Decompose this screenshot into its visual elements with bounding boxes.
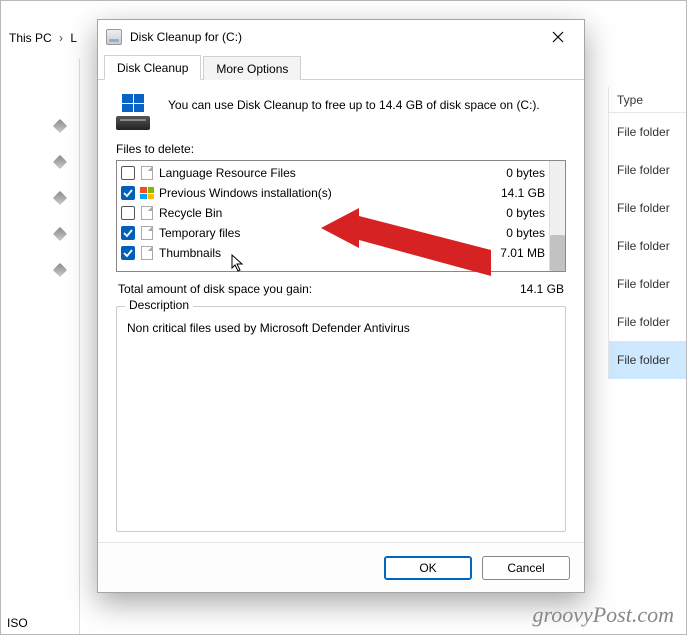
- file-size: 14.1 GB: [501, 186, 547, 200]
- tab-content: You can use Disk Cleanup to free up to 1…: [98, 80, 584, 542]
- scrollbar[interactable]: [549, 161, 565, 271]
- tab-disk-cleanup[interactable]: Disk Cleanup: [104, 55, 201, 80]
- type-cell: File folder: [609, 227, 686, 265]
- dialog-title: Disk Cleanup for (C:): [130, 30, 536, 44]
- files-to-delete-label: Files to delete:: [116, 142, 566, 156]
- file-name[interactable]: Thumbnails: [159, 246, 496, 260]
- list-item: Previous Windows installation(s) 14.1 GB: [121, 183, 547, 203]
- column-header-type[interactable]: Type: [609, 87, 686, 113]
- windows-icon: [139, 185, 155, 201]
- tab-bar: Disk Cleanup More Options: [98, 54, 584, 80]
- type-cell: File folder: [609, 113, 686, 151]
- type-cell: File folder: [609, 265, 686, 303]
- document-icon: [139, 245, 155, 261]
- intro-text: You can use Disk Cleanup to free up to 1…: [168, 96, 540, 130]
- file-name[interactable]: Previous Windows installation(s): [159, 186, 497, 200]
- checkbox[interactable]: [121, 246, 135, 260]
- total-row: Total amount of disk space you gain: 14.…: [118, 282, 564, 296]
- type-cell: File folder: [609, 303, 686, 341]
- iso-label: ISO: [7, 616, 28, 630]
- file-size: 0 bytes: [506, 166, 547, 180]
- disk-cleanup-icon: [116, 94, 156, 130]
- checkbox[interactable]: [121, 206, 135, 220]
- breadcrumb-root[interactable]: This PC: [9, 31, 52, 45]
- document-icon: [139, 225, 155, 241]
- close-icon: [552, 31, 564, 43]
- type-cell: File folder: [609, 151, 686, 189]
- disk-cleanup-dialog: Disk Cleanup for (C:) Disk Cleanup More …: [97, 19, 585, 593]
- file-size: 0 bytes: [506, 226, 547, 240]
- checkbox[interactable]: [121, 166, 135, 180]
- checkbox[interactable]: [121, 186, 135, 200]
- pin-icon: [53, 119, 67, 133]
- intro-row: You can use Disk Cleanup to free up to 1…: [116, 94, 566, 130]
- file-name[interactable]: Temporary files: [159, 226, 502, 240]
- tab-more-options[interactable]: More Options: [203, 56, 301, 80]
- description-text: Non critical files used by Microsoft Def…: [127, 321, 555, 335]
- description-group: Description Non critical files used by M…: [116, 306, 566, 532]
- file-name[interactable]: Recycle Bin: [159, 206, 502, 220]
- list-item: Thumbnails 7.01 MB: [121, 243, 547, 263]
- cancel-button[interactable]: Cancel: [482, 556, 570, 580]
- scrollbar-thumb[interactable]: [550, 235, 565, 271]
- list-item: Language Resource Files 0 bytes: [121, 163, 547, 183]
- type-cell: File folder: [609, 341, 686, 379]
- pin-icon: [53, 191, 67, 205]
- explorer-type-column: Type File folder File folder File folder…: [608, 87, 686, 379]
- document-icon: [139, 205, 155, 221]
- drive-icon: [106, 29, 122, 45]
- type-cell: File folder: [609, 189, 686, 227]
- list-item: Recycle Bin 0 bytes: [121, 203, 547, 223]
- files-list-wrap: Language Resource Files 0 bytes Previous…: [116, 160, 566, 272]
- pin-icon: [53, 155, 67, 169]
- chevron-right-icon: ›: [59, 31, 63, 45]
- titlebar[interactable]: Disk Cleanup for (C:): [98, 20, 584, 54]
- dialog-button-row: OK Cancel: [98, 542, 584, 592]
- explorer-divider: [79, 59, 80, 634]
- document-icon: [139, 165, 155, 181]
- file-size: 7.01 MB: [500, 246, 547, 260]
- list-item: Temporary files 0 bytes: [121, 223, 547, 243]
- close-button[interactable]: [536, 23, 580, 51]
- pin-icon: [53, 227, 67, 241]
- total-value: 14.1 GB: [520, 282, 564, 296]
- description-legend: Description: [125, 298, 193, 312]
- breadcrumb[interactable]: This PC › L: [9, 31, 77, 45]
- breadcrumb-item[interactable]: L: [70, 31, 77, 45]
- ok-button[interactable]: OK: [384, 556, 472, 580]
- file-name[interactable]: Language Resource Files: [159, 166, 502, 180]
- pin-icon: [53, 263, 67, 277]
- quick-access-pins: [55, 121, 65, 275]
- files-list[interactable]: Language Resource Files 0 bytes Previous…: [116, 160, 566, 272]
- file-size: 0 bytes: [506, 206, 547, 220]
- checkbox[interactable]: [121, 226, 135, 240]
- total-label: Total amount of disk space you gain:: [118, 282, 312, 296]
